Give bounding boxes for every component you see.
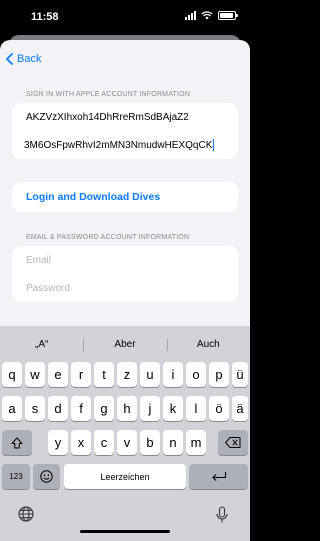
key-i[interactable]: i [163,362,183,387]
suggestion-3[interactable]: Auch [166,335,250,355]
numbers-key[interactable]: 123 [2,464,30,489]
key-o[interactable]: o [186,362,206,387]
key-e[interactable]: e [48,362,68,387]
apple-account-group: AKZVzXIhxoh14DhRreRmSdBAjaZ2 3M6OsFpwRhv… [12,103,238,159]
key-x[interactable]: x [71,430,91,455]
shift-icon [11,437,23,448]
microphone-icon[interactable] [216,506,228,524]
key-j[interactable]: j [140,396,160,421]
email-field[interactable]: Email [12,246,238,274]
status-time: 11:58 [31,11,59,23]
back-button[interactable]: Back [6,53,41,65]
key-h[interactable]: h [117,396,137,421]
text-cursor [213,139,215,151]
return-icon [211,472,226,481]
suggestion-1[interactable]: „A“ [0,335,83,355]
key-k[interactable]: k [163,396,183,421]
key-m[interactable]: m [186,430,206,455]
key-row-3: y x c v b n m [0,430,250,455]
login-download-button[interactable]: Login and Download Dives [12,182,238,212]
key-s[interactable]: s [25,396,45,421]
email-section-header: EMAIL & PASSWORD ACCOUNT INFORMATION [26,234,190,241]
key-b[interactable]: b [140,430,160,455]
key-t[interactable]: t [94,362,114,387]
suggestion-bar: „A“ Aber Auch [0,335,250,355]
battery-icon [218,11,238,20]
keyboard: „A“ Aber Auch q w e r t z u i o p ü a s … [0,326,250,541]
key-l[interactable]: l [186,396,206,421]
key-row-2: a s d f g h j k l ö ä [0,396,250,421]
cellular-signal-icon [185,11,196,20]
key-g[interactable]: g [94,396,114,421]
chevron-left-icon [6,53,13,65]
key-w[interactable]: w [25,362,45,387]
key-f[interactable]: f [71,396,91,421]
key-y[interactable]: y [48,430,68,455]
key-v[interactable]: v [117,430,137,455]
apple-token-value: 3M6OsFpwRhvI2mMN3NmudwHEXQqCK [24,139,213,151]
back-label: Back [17,53,42,65]
key-r[interactable]: r [71,362,91,387]
password-field[interactable]: Password [12,274,238,302]
key-n[interactable]: n [163,430,183,455]
emoji-key[interactable] [33,464,60,489]
home-indicator [80,530,170,533]
key-d[interactable]: d [48,396,68,421]
key-o-umlaut[interactable]: ö [209,396,229,421]
delete-key[interactable] [218,430,248,455]
space-key[interactable]: Leerzeichen [64,464,186,489]
email-account-group: Email Password [12,246,238,302]
backspace-icon [225,437,241,448]
key-a[interactable]: a [2,396,22,421]
apple-user-id-field[interactable]: AKZVzXIhxoh14DhRreRmSdBAjaZ2 [12,103,238,131]
apple-section-header: SIGN IN WITH APPLE ACCOUNT INFORMATION [26,91,191,98]
status-bar: 11:58 [0,0,250,34]
emoji-icon [40,470,53,483]
key-a-umlaut[interactable]: ä [232,396,248,421]
key-row-1: q w e r t z u i o p ü [0,362,250,387]
suggestion-2[interactable]: Aber [83,335,166,355]
apple-user-id-value: AKZVzXIhxoh14DhRreRmSdBAjaZ2 [26,111,189,123]
key-q[interactable]: q [2,362,22,387]
key-c[interactable]: c [94,430,114,455]
key-row-4: 123 Leerzeichen [0,464,250,489]
shift-key[interactable] [2,430,32,455]
login-group: Login and Download Dives [12,182,238,212]
apple-token-field[interactable]: 3M6OsFpwRhvI2mMN3NmudwHEXQqCK [12,131,238,159]
key-u-umlaut[interactable]: ü [232,362,248,387]
key-u[interactable]: u [140,362,160,387]
key-p[interactable]: p [209,362,229,387]
wifi-icon [201,11,213,20]
status-icons [185,11,238,20]
return-key[interactable] [189,464,248,489]
globe-icon[interactable] [18,506,34,522]
key-z[interactable]: z [117,362,137,387]
